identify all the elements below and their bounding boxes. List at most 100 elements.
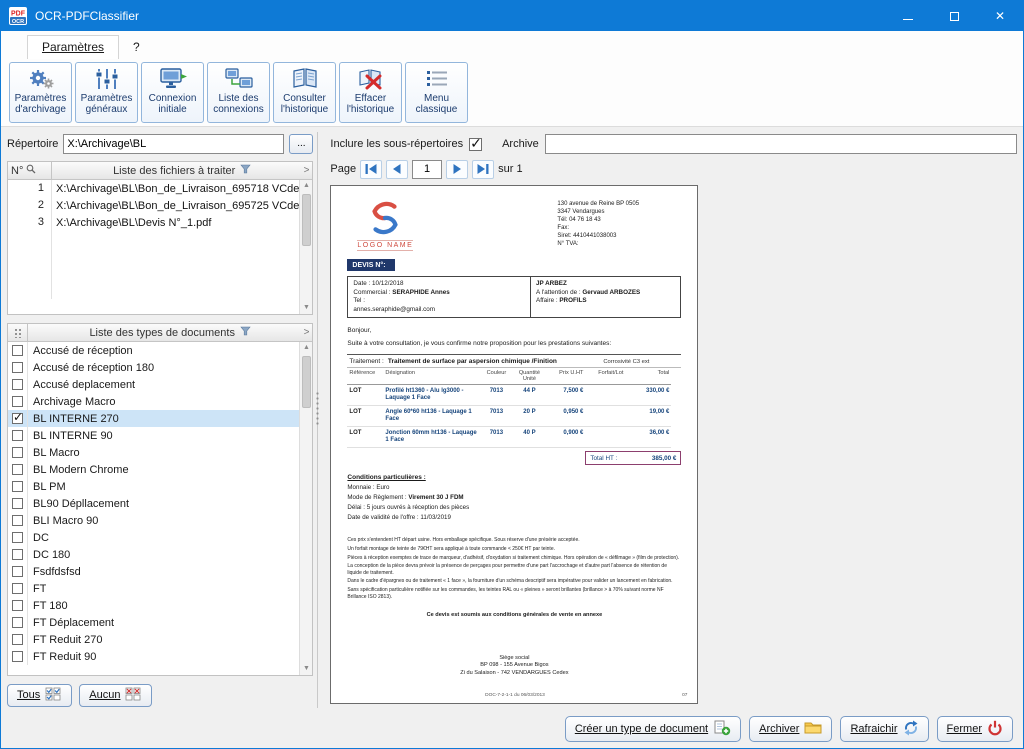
type-row[interactable]: BL PM [8, 478, 299, 495]
select-all-button[interactable]: Tous [7, 684, 72, 707]
refresh-button[interactable]: Rafraichir [840, 716, 928, 742]
next-page-button[interactable] [446, 160, 468, 179]
scroll-up-icon[interactable]: ▲ [303, 342, 310, 354]
conditions-title: Conditions particulières : [347, 474, 681, 481]
type-row[interactable]: BL INTERNE 90 [8, 427, 299, 444]
first-page-button[interactable] [360, 160, 382, 179]
file-row[interactable]: 2 X:\Archivage\BL\Bon_de_Livraison_69572… [8, 197, 299, 214]
repertoire-input[interactable] [63, 134, 284, 154]
expand-icon[interactable]: > [304, 327, 310, 338]
files-scrollbar[interactable]: ▲ ▼ [299, 180, 312, 314]
close-button[interactable]: ✕ [977, 1, 1023, 31]
archive-settings-button[interactable]: Paramètres d'archivage [9, 62, 72, 123]
type-checkbox[interactable] [12, 362, 23, 373]
titlebar: PDFOCR OCR-PDFClassifier ✕ [1, 1, 1023, 31]
annex-note: Ce devis est soumis aux conditions génér… [347, 612, 681, 618]
num-column-header: N° [11, 165, 23, 177]
type-checkbox[interactable] [12, 413, 23, 424]
type-row[interactable]: DC [8, 529, 299, 546]
type-row[interactable]: FT Reduit 270 [8, 631, 299, 648]
pdf-page[interactable]: LOGO NAME 130 avenue de Reine BP 0505 33… [330, 185, 698, 704]
file-row[interactable]: 3 X:\Archivage\BL\Devis N°_1.pdf [8, 214, 299, 231]
condition-row: Monnaie : Euro [347, 484, 681, 491]
search-icon[interactable] [26, 164, 36, 177]
type-checkbox[interactable] [12, 379, 23, 390]
type-row[interactable]: FT Déplacement [8, 614, 299, 631]
page-total-label: sur 1 [498, 163, 522, 175]
archive-button[interactable]: Archiver [749, 716, 832, 742]
filter-icon[interactable] [240, 326, 251, 339]
type-checkbox[interactable] [12, 396, 23, 407]
type-row[interactable]: Accusé de réception [8, 342, 299, 359]
minimize-button[interactable] [885, 1, 931, 31]
select-none-button[interactable]: Aucun [79, 684, 152, 707]
tab-help[interactable]: ? [119, 36, 154, 59]
archive-input[interactable] [545, 134, 1017, 154]
include-subfolders-checkbox[interactable] [469, 138, 482, 151]
type-checkbox[interactable] [12, 464, 23, 475]
file-row[interactable]: 1 X:\Archivage\BL\Bon_de_Livraison_69571… [8, 180, 299, 197]
type-checkbox[interactable] [12, 515, 23, 526]
type-row[interactable]: BL Macro [8, 444, 299, 461]
type-checkbox[interactable] [12, 600, 23, 611]
pdf-footer: Siège social BP 098 - 155 Avenue Bigos Z… [331, 655, 697, 678]
scroll-thumb[interactable] [302, 194, 311, 246]
close-app-button[interactable]: Fermer [937, 716, 1013, 742]
right-panel: Inclure les sous-répertoires Archive Pag… [322, 132, 1019, 708]
type-row[interactable]: Accusé deplacement [8, 376, 299, 393]
type-row[interactable]: DC 180 [8, 546, 299, 563]
scroll-down-icon[interactable]: ▼ [303, 663, 310, 675]
create-document-type-button[interactable]: Créer un type de document [565, 716, 741, 742]
classic-menu-button[interactable]: Menu classique [405, 62, 468, 123]
type-row[interactable]: BL INTERNE 270 [8, 410, 299, 427]
type-checkbox[interactable] [12, 634, 23, 645]
scroll-thumb[interactable] [302, 356, 311, 408]
filter-icon[interactable] [240, 164, 251, 177]
panel-splitter[interactable] [313, 132, 322, 708]
type-row[interactable]: Fsdfdsfsd [8, 563, 299, 580]
type-checkbox[interactable] [12, 447, 23, 458]
type-checkbox[interactable] [12, 583, 23, 594]
empty-file-row [8, 248, 299, 265]
connections-list-button[interactable]: Liste des connexions [207, 62, 270, 123]
general-settings-button[interactable]: Paramètres généraux [75, 62, 138, 123]
expand-icon[interactable]: > [304, 165, 310, 176]
type-checkbox[interactable] [12, 532, 23, 543]
tab-parametres[interactable]: Paramètres [27, 35, 119, 59]
type-checkbox[interactable] [12, 549, 23, 560]
type-checkbox[interactable] [12, 345, 23, 356]
scroll-up-icon[interactable]: ▲ [303, 180, 310, 192]
type-row[interactable]: Archivage Macro [8, 393, 299, 410]
type-checkbox[interactable] [12, 430, 23, 441]
type-row[interactable]: BLI Macro 90 [8, 512, 299, 529]
scroll-down-icon[interactable]: ▼ [303, 302, 310, 314]
initial-connection-button[interactable]: Connexion initiale [141, 62, 204, 123]
clear-history-button[interactable]: Effacer l'historique [339, 62, 402, 123]
type-row[interactable]: FT [8, 580, 299, 597]
sliders-icon [94, 66, 120, 92]
last-page-icon [476, 163, 490, 175]
type-checkbox[interactable] [12, 651, 23, 662]
types-scrollbar[interactable]: ▲ ▼ [299, 342, 312, 675]
type-row[interactable]: Accusé de réception 180 [8, 359, 299, 376]
last-page-button[interactable] [472, 160, 494, 179]
empty-file-row [8, 231, 299, 248]
drag-grip-icon[interactable] [14, 328, 22, 338]
toolbar: Paramètres d'archivage Paramètres généra… [1, 59, 1023, 127]
type-checkbox[interactable] [12, 481, 23, 492]
browse-button[interactable]: ... [289, 134, 313, 154]
type-row[interactable]: FT 180 [8, 597, 299, 614]
view-history-button[interactable]: Consulter l'historique [273, 62, 336, 123]
power-icon [987, 720, 1003, 739]
condition-row: Mode de Règlement : Virement 30 J FDM [347, 494, 681, 501]
previous-page-button[interactable] [386, 160, 408, 179]
type-row[interactable]: BL Modern Chrome [8, 461, 299, 478]
type-checkbox[interactable] [12, 617, 23, 628]
type-checkbox[interactable] [12, 566, 23, 577]
type-row[interactable]: FT Reduit 90 [8, 648, 299, 665]
type-checkbox[interactable] [12, 498, 23, 509]
maximize-button[interactable] [931, 1, 977, 31]
page-number-input[interactable] [412, 160, 442, 179]
minimize-icon [903, 19, 913, 20]
type-row[interactable]: BL90 Dépllacement [8, 495, 299, 512]
